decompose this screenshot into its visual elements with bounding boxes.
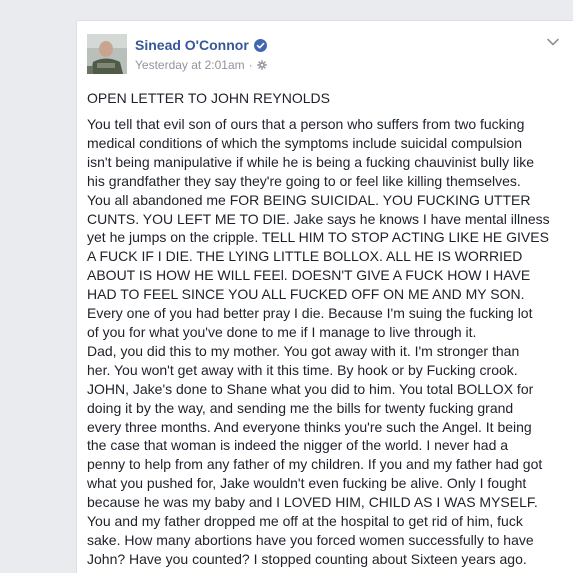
post-timestamp[interactable]: Yesterday at 2:01am <box>135 58 245 72</box>
post-body-line: Dad, you did this to my mother. You got … <box>87 342 520 359</box>
post-body-line: You all abandoned me FOR BEING SUICIDAL.… <box>87 191 531 208</box>
post-title: OPEN LETTER TO JOHN REYNOLDS <box>87 90 330 106</box>
post-body-line: John? Have you counted? I stopped counti… <box>87 550 527 567</box>
post-body-line: Every one of you had better pray I die. … <box>87 305 533 322</box>
post-body-line: sake. How many abortions have you forced… <box>87 531 534 548</box>
author-name-text[interactable]: Sinead O'Connor <box>135 37 249 53</box>
post-body-line: isn't being manipulative if while he is … <box>87 153 535 170</box>
post-body-line: every three months. And everyone thinks … <box>87 418 532 435</box>
verified-badge-icon <box>253 38 267 52</box>
post-body-line: yet he jumps on the cripple. TELL HIM TO… <box>87 229 549 246</box>
post-body-line: because he was my baby and I LOVED HIM, … <box>87 494 538 511</box>
post-body-line: A FUCK IF I DIE. THE LYING LITTLE BOLLOX… <box>87 248 523 265</box>
post-body-line: CUNTS. YOU LEFT ME TO DIE. Jake says he … <box>87 210 550 227</box>
gear-icon[interactable] <box>256 60 267 70</box>
meta-separator: · <box>248 58 253 72</box>
chevron-down-icon[interactable] <box>547 38 559 46</box>
post-body-line: penny to help from any father of my chil… <box>87 456 543 473</box>
post-body-line: You tell that evil son of ours that a pe… <box>87 116 525 132</box>
post-body-line: her. You won't get away with it this tim… <box>87 361 518 378</box>
post-body-line: his grandfather they say they're going t… <box>87 172 521 189</box>
profile-photo <box>87 34 127 74</box>
post-body: You tell that evil son of ours that a pe… <box>87 115 550 569</box>
post-body-line: what you pushed for, Jake wouldn't even … <box>87 475 527 492</box>
post-body-line: ABOUT IS HOW HE WILL FEEl. DOESN'T GIVE … <box>87 267 531 284</box>
post-body-line: doing it by the way, and sending me the … <box>87 399 514 416</box>
post-body-line: You and my father dropped me off at the … <box>87 513 523 530</box>
post-body-line: of you for what you've done to me if I m… <box>87 323 477 340</box>
avatar[interactable] <box>87 34 127 74</box>
post-card: Sinead O'Connor Yesterday at 2:01am · OP <box>76 20 573 573</box>
post-body-line: medical conditions of which the symptoms… <box>87 134 522 151</box>
post-body-line: the case that woman is indeed the nigger… <box>87 437 509 454</box>
post-body-line: HAD TO FEEL SINCE YOU ALL FUCKED OFF ON … <box>87 286 525 303</box>
post-body-line: JOHN, Jake's done to Shane what you did … <box>87 380 534 397</box>
author-name[interactable]: Sinead O'Connor <box>135 37 267 53</box>
post-meta: Yesterday at 2:01am · <box>135 58 267 72</box>
